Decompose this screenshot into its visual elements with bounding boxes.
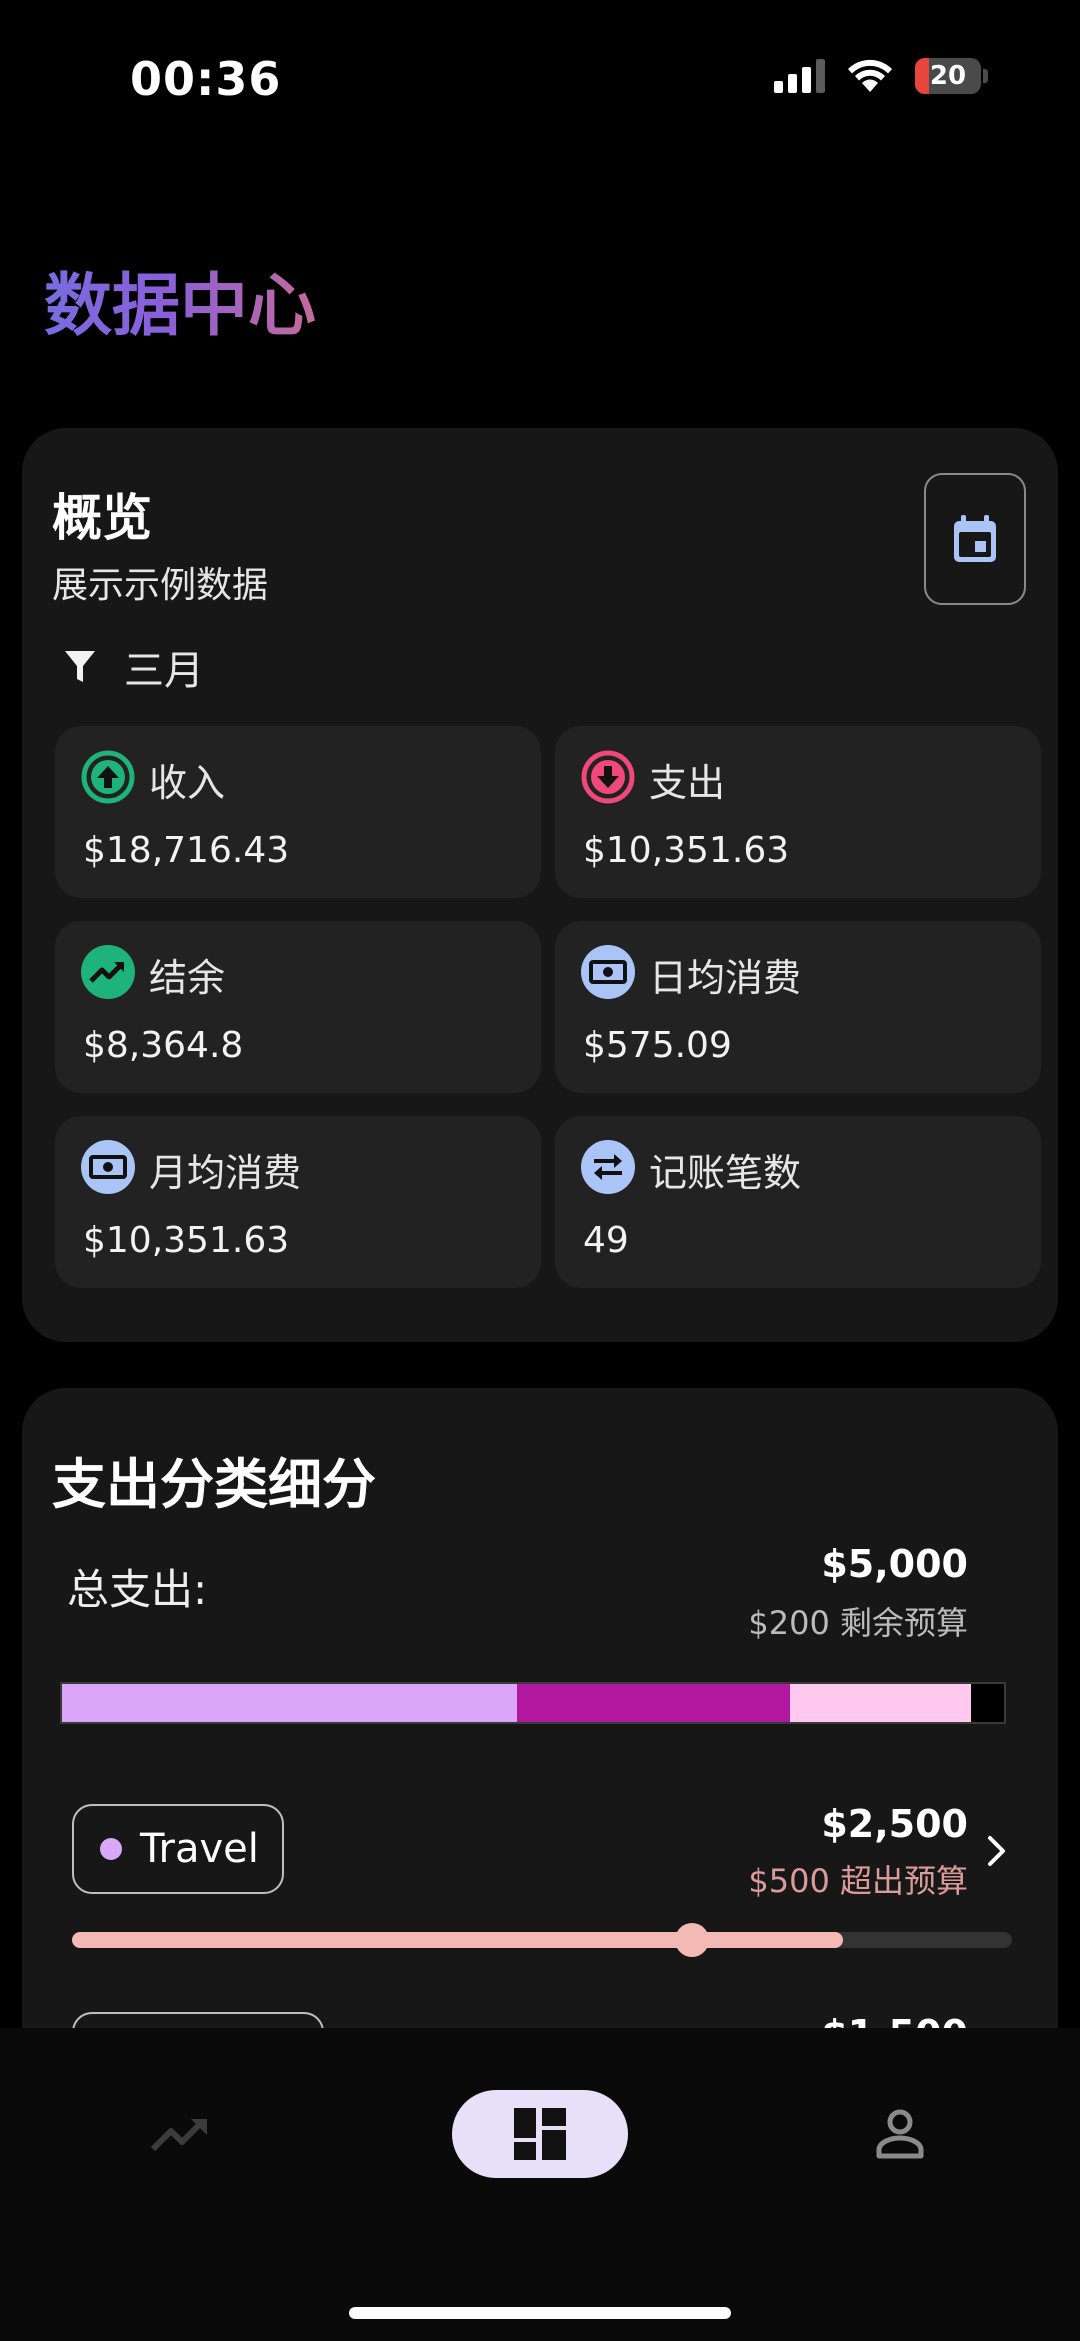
status-time: 00:36 <box>130 52 282 106</box>
slider-thumb[interactable] <box>675 1923 710 1957</box>
breakdown-title: 支出分类细分 <box>52 1453 376 1516</box>
category-amount: $2,500 <box>821 1802 968 1846</box>
stat-label: 收入 <box>149 761 226 805</box>
profile-icon <box>876 2109 924 2159</box>
stat-value: $8,364.8 <box>83 1025 244 1066</box>
trends-icon <box>150 2119 207 2152</box>
expense-breakdown-card: 支出分类细分 总支出: $5,000 $200 剩余预算 Travel $2,5… <box>22 1388 1058 2108</box>
stacked-bar-segment <box>971 1684 1004 1722</box>
chevron-right-icon[interactable] <box>986 1834 1008 1868</box>
category-budget-slider[interactable] <box>72 1923 1012 1957</box>
category-budget-status: $500 超出预算 <box>748 1862 968 1900</box>
nav-dashboard[interactable] <box>452 2090 628 2178</box>
arrow-up-circle-icon <box>81 750 135 804</box>
slider-fill <box>72 1932 843 1948</box>
category-chip-travel[interactable]: Travel <box>72 1804 284 1894</box>
stat-card-expense[interactable]: 支出 $10,351.63 <box>555 726 1041 898</box>
money-icon <box>81 1140 135 1194</box>
stat-value: $10,351.63 <box>83 1220 290 1261</box>
battery-icon: 20 <box>915 58 981 94</box>
stat-value: $18,716.43 <box>83 830 290 871</box>
category-color-dot <box>100 1838 122 1860</box>
filter-icon <box>65 651 95 682</box>
stat-label: 支出 <box>649 761 726 805</box>
stat-card-monthly-spend[interactable]: 月均消费 $10,351.63 <box>55 1116 541 1288</box>
stat-card-transaction-count[interactable]: 记账笔数 49 <box>555 1116 1041 1288</box>
month-filter-label: 三月 <box>124 648 204 694</box>
total-expense-label: 总支出: <box>67 1565 208 1614</box>
signal-icon <box>774 59 825 93</box>
stat-value: $575.09 <box>583 1025 732 1066</box>
nav-profile[interactable] <box>850 2090 950 2178</box>
category-stacked-bar <box>60 1682 1006 1724</box>
total-expense-amount: $5,000 <box>821 1542 968 1586</box>
dashboard-icon <box>514 2108 566 2160</box>
home-indicator <box>349 2307 731 2319</box>
overview-subtitle: 展示示例数据 <box>52 565 269 606</box>
money-icon <box>581 945 635 999</box>
calendar-button[interactable] <box>924 473 1026 605</box>
stat-label: 记账笔数 <box>649 1151 802 1195</box>
arrow-down-circle-icon <box>581 750 635 804</box>
stacked-bar-segment <box>62 1684 517 1722</box>
wifi-icon <box>848 59 892 92</box>
swap-icon <box>581 1140 635 1194</box>
battery-level: 20 <box>929 61 967 91</box>
nav-trends[interactable] <box>130 2090 230 2178</box>
stacked-bar-segment <box>790 1684 972 1722</box>
stat-value: $10,351.63 <box>583 830 790 871</box>
trending-up-icon <box>81 945 135 999</box>
stat-card-income[interactable]: 收入 $18,716.43 <box>55 726 541 898</box>
remaining-budget: $200 剩余预算 <box>748 1604 968 1642</box>
overview-title: 概览 <box>52 489 152 547</box>
stat-label: 月均消费 <box>149 1151 302 1195</box>
stat-label: 结余 <box>149 956 226 1000</box>
stacked-bar-segment <box>516 1684 791 1722</box>
category-name: Travel <box>140 1826 259 1872</box>
status-icons: 20 <box>774 58 988 94</box>
calendar-icon <box>954 515 996 562</box>
bottom-navigation <box>0 2028 1080 2341</box>
month-filter[interactable]: 三月 <box>64 638 204 696</box>
stat-card-balance[interactable]: 结余 $8,364.8 <box>55 921 541 1093</box>
overview-card: 概览 展示示例数据 三月 收入 $18,716.43 支出 $10,351.63… <box>22 428 1058 1342</box>
stat-card-daily-spend[interactable]: 日均消费 $575.09 <box>555 921 1041 1093</box>
stat-value: 49 <box>583 1220 629 1261</box>
stat-label: 日均消费 <box>649 956 802 1000</box>
page-title: 数据中心 <box>44 250 316 349</box>
